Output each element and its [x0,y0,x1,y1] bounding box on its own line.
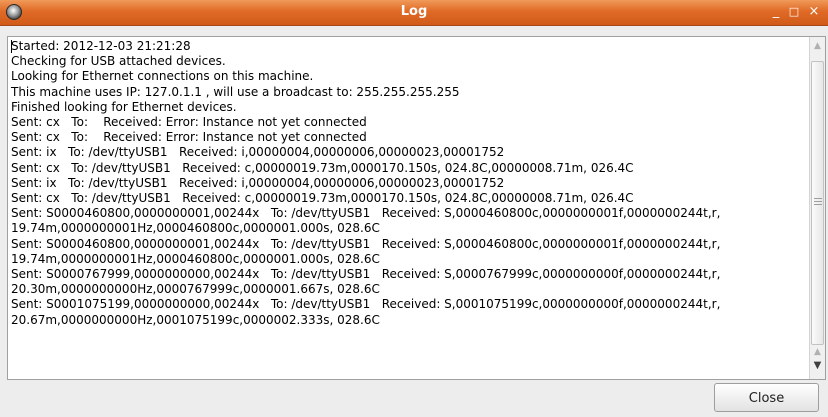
close-button[interactable]: Close [714,383,819,412]
log-line: Sent: S0000460800,0000000001,00244x To: … [11,236,721,251]
log-window: Log _ □ × Started: 2012-12-03 21:21:28 Ch… [0,0,828,417]
scroll-down-icon[interactable]: ▼ [810,359,825,373]
log-line: This machine uses IP: 127.0.1.1 , will u… [11,84,460,99]
log-line: Finished looking for Ethernet devices. [11,99,237,114]
log-line: 20.30m,0000000000Hz,0000767999c,0000001.… [11,282,380,297]
maximize-icon[interactable]: □ [786,3,802,21]
window-title: Log [400,4,428,19]
scroll-up-secondary-icon[interactable]: ▲ [810,346,825,358]
log-line: Sent: S0001075199,0000000000,00244x To: … [11,297,721,312]
log-line: Sent: cx To: Received: Error: Instance n… [11,130,367,145]
log-line: Sent: cx To: Received: Error: Instance n… [11,115,367,130]
log-line: Checking for USB attached devices. [11,54,226,69]
log-line: Looking for Ethernet connections on this… [11,69,314,84]
log-line: 19.74m,0000000001Hz,0000460800c,0000001.… [11,221,380,236]
log-line: Sent: S0000767999,0000000000,00244x To: … [11,267,721,282]
log-text-area[interactable]: Started: 2012-12-03 21:21:28 Checking for… [7,36,826,380]
log-line: 20.67m,0000000000Hz,0001075199c,0000002.… [11,312,380,327]
log-line: 19.74m,0000000001Hz,0000460800c,0000001.… [11,251,380,266]
log-line: Started: 2012-12-03 21:21:28 [11,39,191,53]
title-bar[interactable]: Log _ □ × [0,0,828,26]
log-line: Sent: ix To: /dev/ttyUSB1 Received: i,00… [11,175,505,190]
log-line: Sent: cx To: /dev/ttyUSB1 Received: c,00… [11,191,634,206]
log-lines: Started: 2012-12-03 21:21:28 Checking for… [11,39,803,328]
vertical-scrollbar[interactable]: ▲ ▲ ▼ [809,37,825,379]
log-line: Sent: ix To: /dev/ttyUSB1 Received: i,00… [11,145,505,160]
log-line: Sent: cx To: /dev/ttyUSB1 Received: c,00… [11,160,634,175]
close-window-icon[interactable]: × [806,3,822,21]
log-line: Sent: S0000460800,0000000001,00244x To: … [11,206,721,221]
scroll-up-icon[interactable]: ▲ [810,39,825,53]
text-caret [11,40,12,53]
scrollbar-grip-icon [814,198,822,199]
scrollbar-thumb[interactable] [811,61,824,345]
minimize-icon[interactable]: _ [768,3,784,21]
